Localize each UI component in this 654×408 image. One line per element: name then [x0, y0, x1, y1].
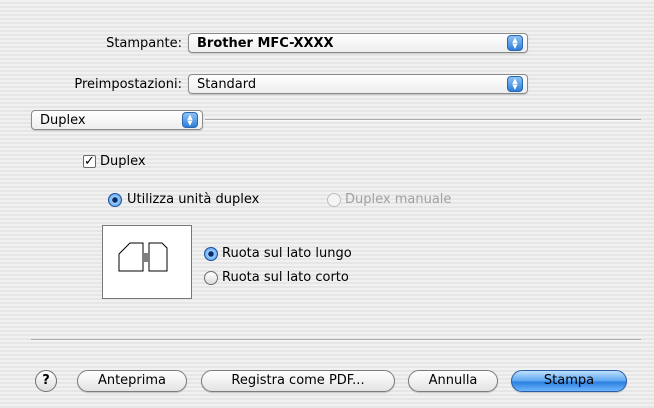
presets-popup[interactable]: Standard ▲ ▼ — [188, 74, 528, 94]
preview-button[interactable]: Anteprima — [77, 370, 187, 392]
print-button[interactable]: Stampa — [511, 370, 627, 392]
section-popup[interactable]: Duplex ▲ ▼ — [31, 110, 203, 130]
bottom-separator — [31, 339, 641, 341]
section-value: Duplex — [40, 113, 86, 128]
long-edge-radio[interactable] — [204, 247, 218, 261]
use-duplex-unit-radio[interactable] — [108, 193, 122, 207]
duplex-preview-image — [102, 225, 192, 299]
long-edge-binding-icon — [118, 242, 168, 272]
duplex-checkbox-label: Duplex — [100, 154, 146, 169]
section-separator — [205, 119, 641, 121]
short-edge-radio[interactable] — [204, 271, 218, 285]
printer-label: Stampante: — [106, 36, 182, 51]
popup-arrows-icon: ▲ ▼ — [507, 35, 523, 51]
manual-duplex-label: Duplex manuale — [345, 192, 452, 207]
use-duplex-unit-label: Utilizza unità duplex — [127, 192, 260, 207]
help-button[interactable]: ? — [35, 370, 57, 392]
printer-value: Brother MFC-XXXX — [197, 36, 334, 51]
popup-arrows-icon: ▲ ▼ — [182, 112, 198, 128]
cancel-button[interactable]: Annulla — [408, 370, 498, 392]
save-as-pdf-button[interactable]: Registra come PDF... — [201, 370, 395, 392]
printer-popup[interactable]: Brother MFC-XXXX ▲ ▼ — [188, 33, 528, 53]
presets-label: Preimpostazioni: — [74, 77, 182, 92]
popup-arrows-icon: ▲ ▼ — [507, 76, 523, 92]
manual-duplex-radio[interactable] — [327, 193, 341, 207]
short-edge-label: Ruota sul lato corto — [222, 270, 349, 285]
duplex-checkbox[interactable]: ✓ — [83, 155, 96, 168]
long-edge-label: Ruota sul lato lungo — [222, 246, 352, 261]
presets-value: Standard — [197, 77, 257, 92]
